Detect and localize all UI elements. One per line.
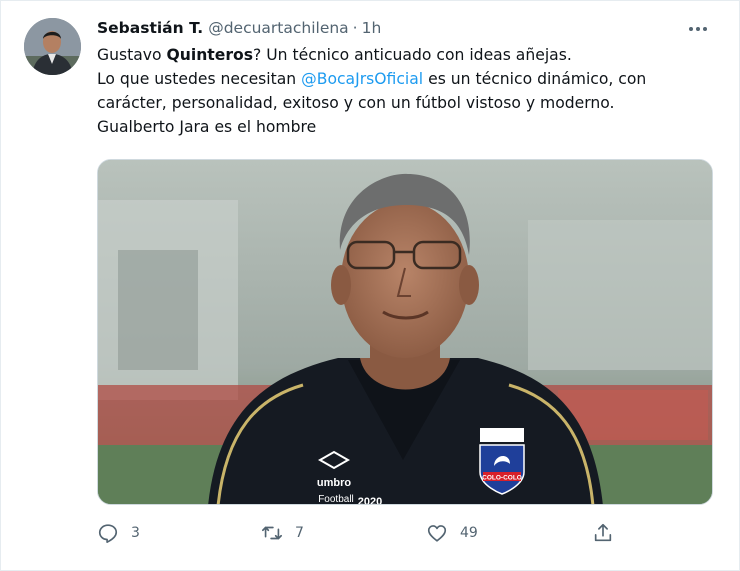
tweet-text: Gustavo Quinteros? Un técnico anticuado … <box>97 43 717 139</box>
heart-icon <box>427 525 447 542</box>
header-separator: · <box>352 19 358 37</box>
tweet-actions: 3 7 49 <box>97 519 619 547</box>
retweet-count: 7 <box>295 525 304 541</box>
share-icon <box>594 523 612 542</box>
text-fragment: ? Un técnico anticuado con ideas añejas. <box>253 46 572 64</box>
tweet-text-line: carácter, personalidad, exitoso y con un… <box>97 94 615 112</box>
shirt-brand: umbro <box>317 477 352 489</box>
tweet-card[interactable]: Sebastián T. @decuartachilena · 1h Gusta… <box>0 0 740 571</box>
photo-scene: umbro Football 2020 COLO-COLO <box>98 160 712 505</box>
share-button[interactable] <box>592 519 626 547</box>
sponsor-text: Football <box>318 494 354 505</box>
retweet-icon <box>262 526 282 540</box>
tweet-photo[interactable]: umbro Football 2020 COLO-COLO <box>97 159 713 505</box>
like-button[interactable]: 49 <box>426 519 478 547</box>
reply-button[interactable]: 3 <box>97 519 140 547</box>
crest-text: COLO-COLO <box>482 475 522 482</box>
author-name[interactable]: Sebastián T. <box>97 19 203 37</box>
mention-link[interactable]: @BocaJrsOficial <box>301 70 423 88</box>
tweet-text-line: Gustavo Quinteros? Un técnico anticuado … <box>97 43 717 67</box>
reply-count: 3 <box>131 525 140 541</box>
text-fragment: es un técnico dinámico, con <box>423 70 647 88</box>
bold-keyword: Quinteros <box>166 46 254 64</box>
tweet-text-line: Gualberto Jara es el hombre <box>97 118 317 136</box>
text-fragment: Lo que ustedes necesitan <box>97 70 302 88</box>
reply-icon <box>98 524 118 543</box>
tweet-header: Sebastián T. @decuartachilena · 1h <box>97 19 381 41</box>
tweet-timestamp[interactable]: 1h <box>362 19 382 37</box>
avatar-image <box>24 18 81 75</box>
colo-colo-crest-icon: COLO-COLO <box>479 428 525 495</box>
sponsor-year: 2020 <box>358 496 382 505</box>
avatar[interactable] <box>24 18 81 75</box>
tweet-text-line: Lo que ustedes necesitan @BocaJrsOficial… <box>97 67 717 91</box>
more-dots-icon[interactable] <box>683 19 713 39</box>
author-handle[interactable]: @decuartachilena <box>208 19 348 37</box>
like-count: 49 <box>460 525 478 541</box>
text-fragment: Gustavo <box>97 46 167 64</box>
retweet-button[interactable]: 7 <box>261 519 304 547</box>
